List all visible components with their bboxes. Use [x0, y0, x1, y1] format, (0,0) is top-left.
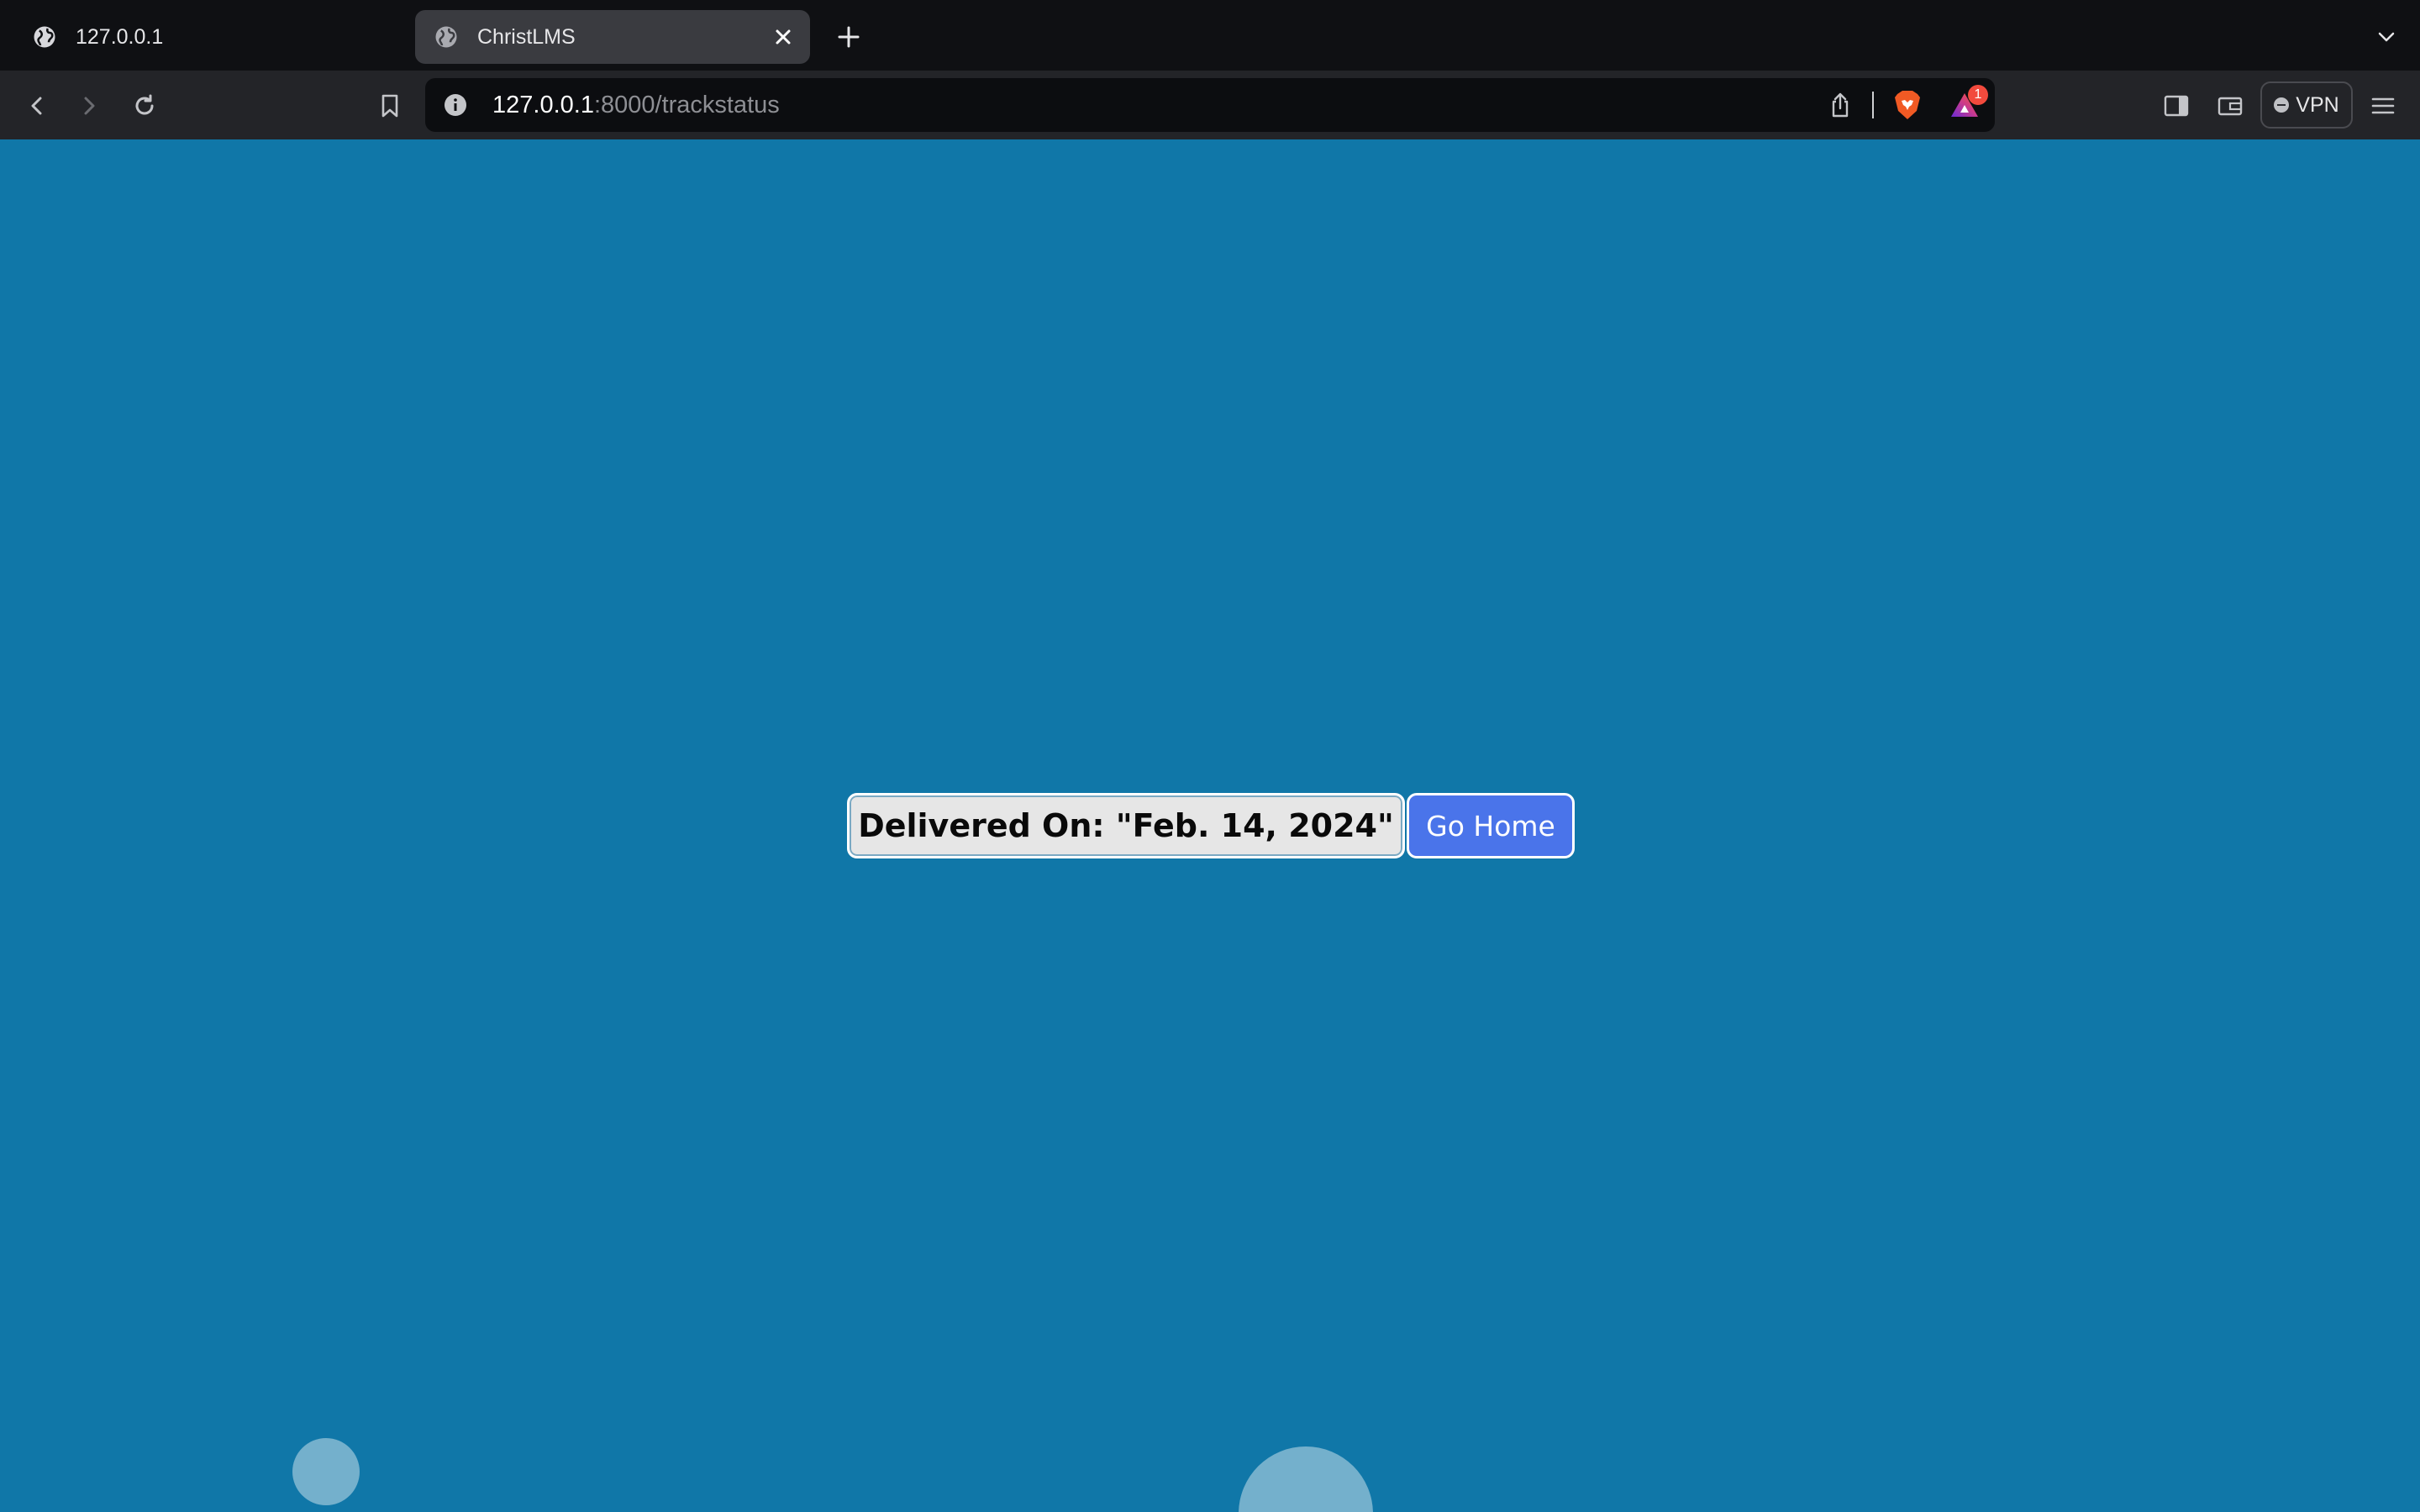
share-icon	[1832, 92, 1849, 118]
url-path: :8000/trackstatus	[593, 92, 780, 118]
new-tab-button[interactable]	[832, 20, 865, 54]
plus-icon	[838, 26, 860, 48]
globe-icon	[435, 26, 457, 48]
info-icon[interactable]	[444, 93, 467, 117]
close-icon	[776, 29, 791, 45]
reload-icon	[135, 94, 154, 115]
url-text[interactable]: 127.0.0.1:8000/trackstatus	[492, 78, 780, 132]
vpn-status-icon	[2274, 97, 2290, 113]
notification-badge: 1	[1968, 85, 1988, 105]
delivery-status-row: Delivered On: "Feb. 14, 2024" Go Home	[847, 793, 1575, 858]
sidebar-toggle-button[interactable]	[2158, 87, 2195, 124]
tab-title: 127.0.0.1	[76, 24, 164, 49]
decorative-bubble	[1239, 1446, 1373, 1512]
bookmark-button[interactable]	[371, 87, 408, 124]
tab-strip: 127.0.0.1 ChristLMS	[0, 0, 2420, 71]
brave-rewards-button[interactable]: 1	[1948, 85, 1988, 120]
vpn-button[interactable]: VPN	[2260, 81, 2353, 129]
url-host: 127.0.0.1	[492, 92, 594, 118]
tab-list-button[interactable]	[2371, 22, 2402, 52]
separator	[1872, 92, 1874, 118]
address-bar[interactable]: 127.0.0.1:8000/trackstatus 1	[425, 78, 1995, 132]
share-button[interactable]	[1825, 90, 1855, 120]
close-tab-button[interactable]	[770, 24, 797, 50]
page-content: Delivered On: "Feb. 14, 2024" Go Home	[0, 139, 2420, 1512]
vpn-label: VPN	[2296, 92, 2339, 117]
back-button[interactable]	[18, 87, 55, 124]
forward-button[interactable]	[71, 87, 108, 124]
go-home-button[interactable]: Go Home	[1407, 793, 1575, 858]
brave-shields-button[interactable]	[1891, 90, 1924, 120]
tab-christlms[interactable]: ChristLMS	[415, 10, 810, 64]
chevron-down-icon	[2378, 32, 2395, 42]
wallet-icon	[2217, 97, 2243, 116]
tab-title: ChristLMS	[477, 24, 576, 49]
delivery-status-text: Delivered On: "Feb. 14, 2024"	[847, 793, 1405, 858]
decorative-bubble	[292, 1438, 360, 1505]
browser-toolbar: 127.0.0.1:8000/trackstatus 1 VPN	[0, 71, 2420, 139]
hamburger-menu-icon	[2371, 97, 2395, 114]
menu-button[interactable]	[2365, 87, 2402, 124]
wallet-button[interactable]	[2212, 87, 2249, 124]
reload-button[interactable]	[126, 87, 163, 124]
tab-localhost[interactable]: 127.0.0.1	[18, 10, 413, 64]
arrow-right-icon	[84, 97, 95, 115]
brave-lion-icon	[1895, 91, 1920, 119]
sidebar-icon	[2164, 95, 2189, 117]
arrow-left-icon	[31, 97, 42, 115]
bookmark-icon	[381, 94, 398, 118]
globe-icon	[34, 26, 55, 48]
